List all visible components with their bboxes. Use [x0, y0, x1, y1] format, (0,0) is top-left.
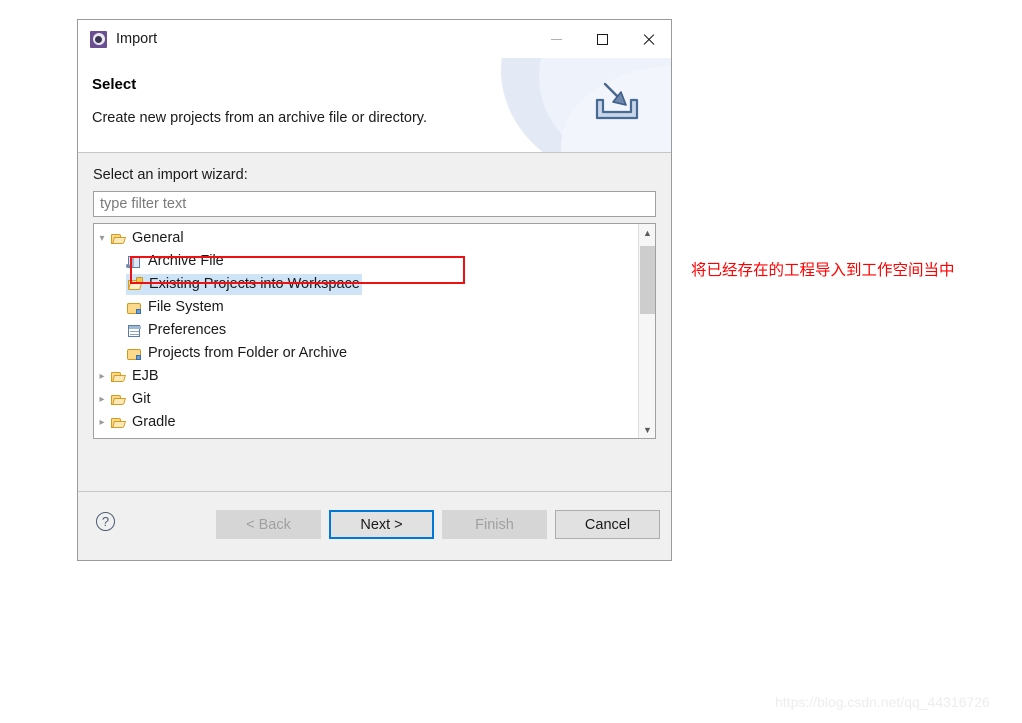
tree-item-projects-from-folder-or-archive[interactable]: Projects from Folder or Archive: [94, 342, 638, 365]
minimize-button[interactable]: [533, 20, 579, 58]
window-controls: [533, 20, 671, 58]
folder-open-icon: [110, 231, 127, 247]
tree-item-label: Preferences: [148, 322, 227, 339]
dialog-header: Select Create new projects from an archi…: [78, 58, 671, 153]
watermark: https://blog.csdn.net/qq_44316726: [775, 694, 990, 710]
chevron-down-icon[interactable]: ▾: [94, 233, 110, 244]
tree-item-label: File System: [148, 299, 224, 316]
page-title: Select: [92, 76, 137, 93]
import-tray-arrow-icon: [585, 72, 649, 136]
tree-item-label: Gradle: [132, 414, 176, 431]
finish-button: Finish: [442, 510, 547, 539]
wizard-label: Select an import wizard:: [93, 167, 248, 183]
tree-item-preferences[interactable]: Preferences: [94, 319, 638, 342]
tree-item-existing-projects-into-workspace[interactable]: Existing Projects into Workspace: [94, 273, 638, 296]
cancel-button[interactable]: Cancel: [555, 510, 660, 539]
import-dialog: Import Select Create new projects from a…: [77, 19, 672, 561]
import-wizard-tree: ▾ General Archive File Existing Projects in…: [93, 223, 656, 439]
tree-item-archive-file[interactable]: Archive File: [94, 250, 638, 273]
tree-item-git[interactable]: ▸ Git: [94, 388, 638, 411]
preferences-icon: [126, 323, 143, 339]
dialog-body: Select an import wizard: ▾ General Archive…: [78, 153, 671, 491]
scrollbar-thumb[interactable]: [640, 246, 655, 314]
tree-item-label: Existing Projects into Workspace: [149, 275, 360, 292]
archive-file-icon: [126, 254, 143, 270]
tree-item-gradle[interactable]: ▸ Gradle: [94, 411, 638, 434]
maximize-button[interactable]: [579, 20, 625, 58]
tree-item-label: EJB: [132, 368, 159, 385]
close-icon: [642, 33, 655, 46]
tree-item-label: Git: [132, 391, 151, 408]
close-button[interactable]: [625, 20, 671, 58]
chevron-right-icon[interactable]: ▸: [94, 371, 110, 382]
chevron-right-icon[interactable]: ▸: [94, 394, 110, 405]
back-button: < Back: [216, 510, 321, 539]
window-titlebar: Import: [78, 20, 671, 58]
tree-item-general[interactable]: ▾ General: [94, 227, 638, 250]
minimize-icon: [550, 38, 562, 40]
dialog-footer: ? < Back Next > Finish Cancel: [78, 491, 671, 560]
window-title: Import: [116, 30, 158, 47]
maximize-icon: [596, 33, 608, 45]
tree-scrollbar[interactable]: ▲ ▼: [638, 224, 655, 438]
tree-item-ejb[interactable]: ▸ EJB: [94, 365, 638, 388]
folder-closed-icon: [126, 346, 143, 362]
folder-closed-icon: [126, 300, 143, 316]
tree-item-label: General: [132, 230, 184, 247]
filter-input[interactable]: [93, 191, 656, 217]
titlebar-left: Import: [78, 30, 158, 48]
annotation-text: 将已经存在的工程导入到工作空间当中: [691, 261, 955, 279]
folder-star-icon: [127, 276, 144, 292]
tree-body[interactable]: ▾ General Archive File Existing Projects in…: [94, 224, 638, 438]
next-button[interactable]: Next >: [329, 510, 434, 539]
tree-item-label: Projects from Folder or Archive: [148, 345, 348, 362]
help-button[interactable]: ?: [96, 512, 115, 531]
folder-open-icon: [110, 369, 127, 385]
tree-item-label: Archive File: [148, 253, 224, 270]
folder-open-icon: [110, 415, 127, 431]
chevron-down-icon[interactable]: ▼: [639, 421, 656, 438]
dialog-button-row: < Back Next > Finish Cancel: [216, 510, 660, 539]
chevron-up-icon[interactable]: ▲: [639, 224, 656, 241]
chevron-right-icon[interactable]: ▸: [94, 417, 110, 428]
page-description: Create new projects from an archive file…: [92, 110, 427, 126]
eclipse-import-icon: [90, 30, 107, 48]
tree-item-file-system[interactable]: File System: [94, 296, 638, 319]
folder-open-icon: [110, 392, 127, 408]
